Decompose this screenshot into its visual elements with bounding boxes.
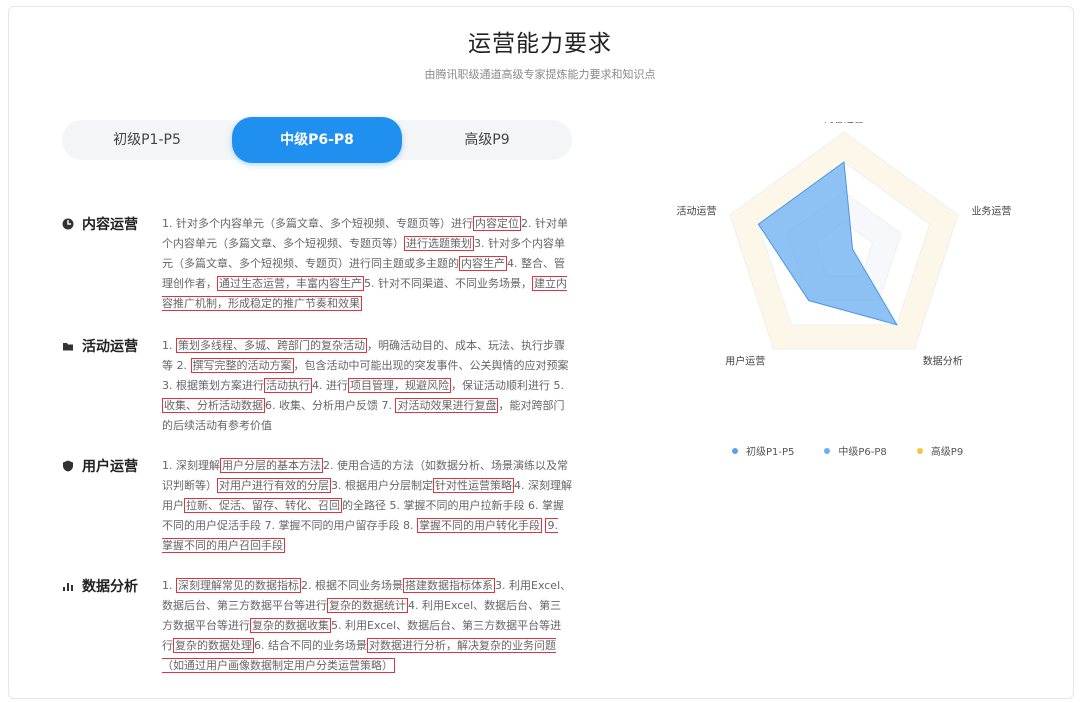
section-body: 1. 深刻理解 用户分层的基本方法 2. 使用合适的方法（如数据分析、场景演练以及常…: [162, 456, 572, 556]
highlight-text: 用户分层的基本方法: [220, 458, 323, 473]
highlight-text: 复杂的数据处理: [173, 638, 254, 653]
content-icon: [62, 218, 74, 230]
legend-item-intermediate[interactable]: 中级P6-P8: [824, 443, 887, 458]
legend-label: 中级P6-P8: [838, 447, 887, 458]
radar-axis-label: 用户运营: [725, 354, 765, 367]
legend-label: 初级P1-P5: [746, 447, 795, 458]
highlight-text: 收集、分析活动数据: [162, 398, 265, 413]
section-title: 内容运营: [82, 217, 138, 233]
highlight-text: 深刻理解常见的数据指标: [176, 578, 301, 593]
body-text: ，保证活动顺利进行 5.: [451, 379, 564, 392]
section-body: 1. 策划多线程、多城、跨部门的复杂活动 ，明确活动目的、成本、玩法、执行步骤等 …: [162, 336, 572, 436]
legend-item-senior[interactable]: 高级P9: [916, 443, 964, 458]
highlight-text: 撰写完整的活动方案: [190, 358, 294, 373]
highlight-text: 策划多线程、多城、跨部门的复杂活动: [176, 338, 367, 353]
highlight-text: 复杂的数据统计: [327, 598, 408, 613]
section-title: 数据分析: [82, 579, 138, 595]
section-activity-ops: 活动运营 1. 策划多线程、多城、跨部门的复杂活动 ，明确活动目的、成本、玩法、执…: [62, 336, 582, 436]
highlight-text: 项目管理，规避风险: [348, 378, 451, 393]
body-text: 4. 进行: [312, 379, 348, 392]
section-header: 活动运营: [62, 336, 138, 356]
highlight-text: 通过生态运营，丰富内容生产: [217, 276, 364, 291]
highlight-text: 内容定位: [473, 216, 521, 231]
bar-chart-icon: [63, 583, 73, 591]
page-subtitle: 由腾讯职级通道高级专家提炼能力要求和知识点: [424, 68, 656, 81]
body-text: 6. 结合不同的业务场景: [254, 639, 367, 652]
radar-axis-label: 内容运营: [824, 122, 864, 125]
highlight-text: 对用户进行有效的分层: [217, 478, 331, 493]
highlight-text: 对活动效果进行复盘: [395, 398, 499, 413]
section-content-ops: 内容运营 1. 针对多个内容单元（多篇文章、多个短视频、专题页等）进行 内容定位 2…: [62, 214, 582, 314]
radar-axis-label: 业务运营: [971, 205, 1011, 218]
legend-dot: [824, 447, 831, 454]
body-text: 1.: [162, 579, 176, 592]
highlight-text: 搭建数据指标体系: [403, 578, 495, 593]
legend-item-junior[interactable]: 初级P1-P5: [732, 443, 794, 458]
body-text: 5. 针对不同渠道、不同业务场景，: [364, 277, 532, 290]
activity-icon: [63, 343, 73, 351]
highlight-text: 掌握不同的用户转化手段: [416, 518, 542, 533]
highlight-text: 内容生产: [459, 256, 507, 271]
highlight-text: 活动执行: [264, 378, 312, 393]
page-title: 运营能力要求: [468, 31, 612, 57]
body-text: 1. 深刻理解: [162, 459, 220, 472]
radar-legend: 初级P1-P5 中级P6-P8 高级P9: [732, 443, 993, 458]
highlight-text: 进行选题策划: [404, 236, 474, 251]
legend-label: 高级P9: [930, 447, 964, 458]
body-text: 1. 针对多个内容单元（多篇文章、多个短视频、专题页等）进行: [162, 217, 473, 230]
section-header: 数据分析: [62, 576, 138, 596]
legend-dot: [916, 447, 923, 454]
legend-dot: [732, 447, 738, 454]
section-body: 1. 针对多个内容单元（多篇文章、多个短视频、专题页等）进行 内容定位 2. 针对单…: [162, 214, 572, 314]
section-data-analysis: 数据分析 1. 深刻理解常见的数据指标 2. 根据不同业务场景 搭建数据指标体系 3.…: [62, 576, 582, 676]
highlight-text: 针对性运营策略: [433, 478, 514, 493]
section-header: 用户运营: [62, 456, 138, 476]
tab-senior[interactable]: 高级P9: [402, 120, 572, 160]
section-title: 活动运营: [82, 339, 138, 355]
radar-svg: 内容运营业务运营数据分析 用户运营 活动运营: [677, 112, 1012, 367]
highlight-text: 拉新、促活、留存、转化、召回: [184, 498, 342, 513]
tab-intermediate[interactable]: 中级P6-P8: [232, 117, 402, 163]
radar-axis-label: 活动运营: [677, 205, 717, 218]
shield-icon: [63, 460, 73, 472]
level-tabs: 初级P1-P5 高级P9 中级P6-P8: [62, 117, 572, 163]
body-text: 2. 根据不同业务场景: [301, 579, 403, 592]
body-text: 6. 收集、分析用户反馈 7.: [265, 399, 396, 412]
section-title: 用户运营: [82, 459, 138, 475]
body-text: 3. 根据用户分层制定: [331, 479, 433, 492]
radar-axis-label: 数据分析: [923, 354, 963, 367]
radar-chart: 内容运营业务运营数据分析 用户运营 活动运营: [664, 112, 1044, 422]
section-header: 内容运营: [62, 214, 138, 234]
tab-junior[interactable]: 初级P1-P5: [62, 120, 232, 160]
highlight-text: 复杂的数据收集: [250, 618, 331, 633]
section-user-ops: 用户运营 1. 深刻理解 用户分层的基本方法 2. 使用合适的方法（如数据分析、场景…: [62, 456, 582, 556]
section-body: 1. 深刻理解常见的数据指标 2. 根据不同业务场景 搭建数据指标体系 3. 利用Ex…: [162, 576, 572, 676]
body-text: 1.: [162, 339, 176, 352]
